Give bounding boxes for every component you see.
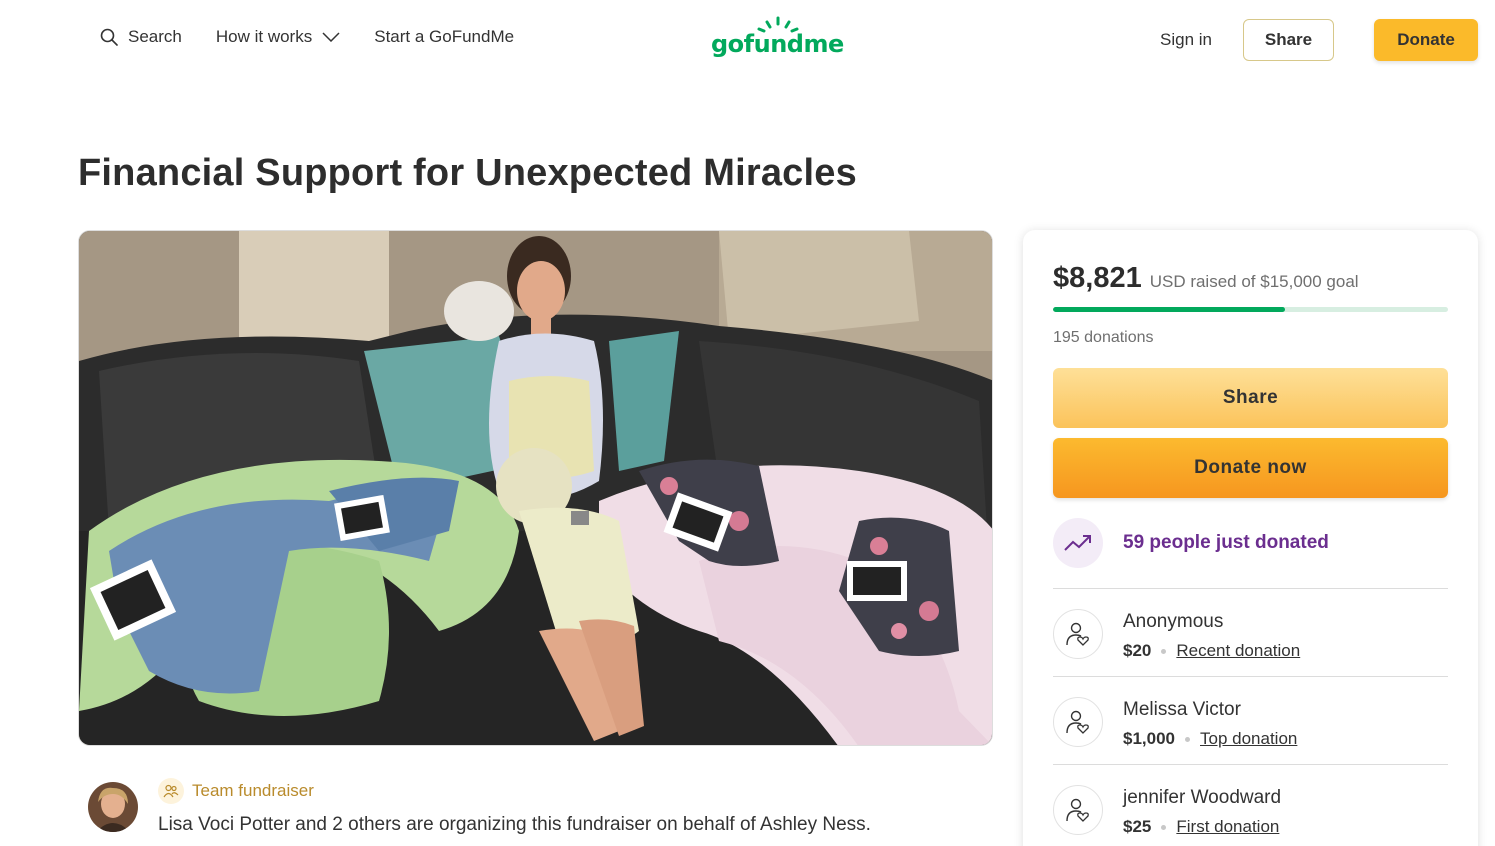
raised-amount: $8,821 bbox=[1053, 262, 1142, 294]
just-donated-text[interactable]: 59 people just donated bbox=[1123, 532, 1329, 554]
organizer-section: Team fundraiser Lisa Voci Potter and 2 o… bbox=[88, 776, 988, 846]
start-gofundme-label: Start a GoFundMe bbox=[374, 27, 515, 46]
separator-dot bbox=[1161, 648, 1167, 654]
chevron-down-icon bbox=[322, 32, 340, 42]
organizer-avatar[interactable] bbox=[88, 782, 138, 832]
start-gofundme-link[interactable]: Start a GoFundMe bbox=[374, 27, 514, 47]
separator-dot bbox=[1161, 824, 1167, 830]
donor-amount: $1,000 bbox=[1123, 729, 1175, 748]
team-fundraiser-badge: Team fundraiser bbox=[158, 778, 314, 804]
gofundme-logo[interactable]: gofundme bbox=[711, 16, 846, 64]
donor-meta: $25 First donation bbox=[1123, 817, 1279, 837]
donation-count: 195 donations bbox=[1053, 329, 1154, 346]
donor-name: Melissa Victor bbox=[1123, 699, 1241, 720]
nav-right: Sign in Share Donate bbox=[1160, 19, 1478, 61]
raised-summary: $8,821 USD raised of $15,000 goal bbox=[1053, 262, 1359, 295]
progress-bar-fill bbox=[1053, 307, 1286, 312]
donor-amount: $25 bbox=[1123, 817, 1152, 836]
team-fundraiser-label: Team fundraiser bbox=[192, 781, 314, 800]
sign-in-link[interactable]: Sign in bbox=[1160, 30, 1212, 50]
separator-dot bbox=[1185, 736, 1190, 742]
logo-text: gofundme bbox=[711, 30, 844, 58]
site-header: Search How it works Start a GoFundMe gof… bbox=[0, 0, 1495, 80]
organizer-description: Lisa Voci Potter and 2 others are organi… bbox=[158, 814, 871, 835]
donate-now-button[interactable]: Donate now bbox=[1053, 438, 1448, 498]
search-icon bbox=[100, 28, 118, 46]
header-donate-button[interactable]: Donate bbox=[1374, 19, 1478, 61]
donor-heart-icon bbox=[1053, 697, 1103, 747]
donor-name: Anonymous bbox=[1123, 611, 1224, 632]
how-it-works-menu[interactable]: How it works bbox=[216, 27, 340, 47]
donation-card: $8,821 USD raised of $15,000 goal 195 do… bbox=[1023, 230, 1478, 846]
campaign-title: Financial Support for Unexpected Miracle… bbox=[78, 152, 857, 194]
donation-tag-link[interactable]: Top donation bbox=[1200, 729, 1297, 749]
donation-tag-link[interactable]: Recent donation bbox=[1176, 641, 1300, 661]
progress-bar bbox=[1053, 307, 1448, 312]
donor-heart-icon bbox=[1053, 609, 1103, 659]
donor-amount: $20 bbox=[1123, 641, 1152, 660]
donation-tag-link[interactable]: First donation bbox=[1176, 817, 1279, 837]
nav-left: Search How it works Start a GoFundMe bbox=[100, 27, 514, 47]
how-it-works-label: How it works bbox=[215, 27, 313, 46]
donor-meta: $20 Recent donation bbox=[1123, 641, 1300, 661]
donor-heart-icon bbox=[1053, 785, 1103, 835]
donor-item: Melissa Victor $1,000 Top donation bbox=[1053, 676, 1448, 764]
header-share-button[interactable]: Share bbox=[1243, 19, 1334, 61]
donor-item: jennifer Woodward $25 First donation bbox=[1053, 764, 1448, 846]
campaign-hero-image[interactable] bbox=[78, 230, 993, 746]
share-button[interactable]: Share bbox=[1053, 368, 1448, 428]
donor-meta: $1,000 Top donation bbox=[1123, 729, 1297, 749]
raised-goal-text: USD raised of $15,000 goal bbox=[1149, 272, 1359, 291]
team-icon bbox=[158, 778, 184, 804]
search-label: Search bbox=[128, 27, 182, 46]
trending-up-icon bbox=[1053, 518, 1103, 568]
hero-photo bbox=[79, 231, 992, 745]
search-link[interactable]: Search bbox=[100, 27, 182, 47]
donor-name: jennifer Woodward bbox=[1123, 787, 1282, 808]
donor-item: Anonymous $20 Recent donation bbox=[1053, 588, 1448, 676]
recent-activity: 59 people just donated bbox=[1053, 518, 1329, 568]
